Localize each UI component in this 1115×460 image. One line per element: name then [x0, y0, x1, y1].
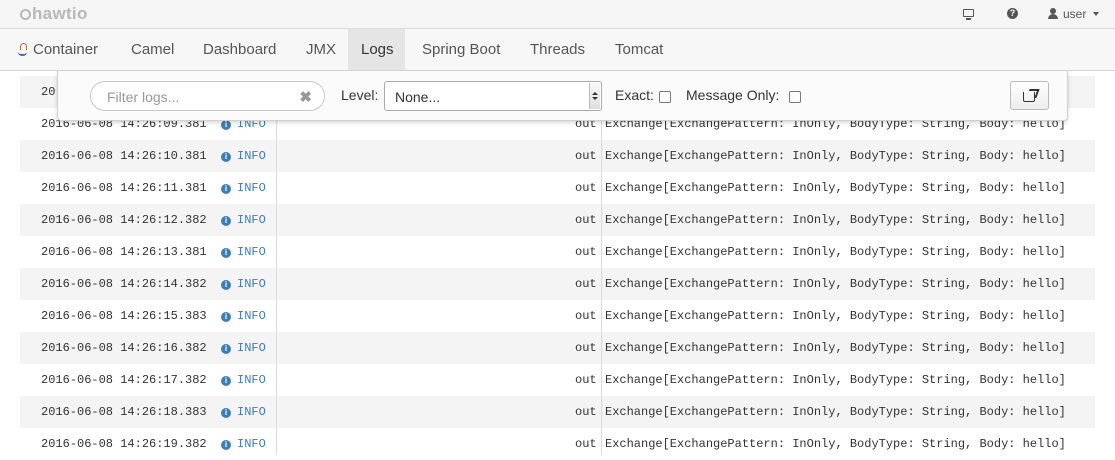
log-direction: out [575, 437, 597, 451]
caret-down-icon[interactable] [1093, 12, 1099, 16]
tab-threads[interactable]: Threads [517, 29, 598, 70]
table-row[interactable]: 2016-06-08 14:26:17.382 i INFO out Exchan… [20, 364, 1095, 396]
info-icon: i [221, 216, 231, 226]
table-row[interactable]: 2016-06-08 14:26:16.382 i INFO out Exchan… [20, 332, 1095, 364]
log-level: i INFO [221, 309, 266, 323]
info-icon: i [221, 344, 231, 354]
table-row[interactable]: 2016-06-08 14:26:11.381 i INFO out Exchan… [20, 172, 1095, 204]
log-level: i INFO [221, 181, 266, 195]
log-direction: out [575, 277, 597, 291]
info-icon: i [221, 312, 231, 322]
main-nav: Container Camel Dashboard JMX Logs Sprin… [0, 29, 1115, 71]
log-direction: out [575, 245, 597, 259]
tab-tomcat[interactable]: Tomcat [602, 29, 676, 70]
log-level: i INFO [221, 245, 266, 259]
help-icon[interactable]: ? [1007, 8, 1018, 19]
log-message: Exchange[ExchangePattern: InOnly, BodyTy… [605, 437, 1066, 451]
table-row[interactable]: 2016-06-08 14:26:19.382 i INFO out Exchan… [20, 428, 1095, 460]
log-message: Exchange[ExchangePattern: InOnly, BodyTy… [605, 373, 1066, 387]
log-message: Exchange[ExchangePattern: InOnly, BodyTy… [605, 213, 1066, 227]
column-divider [601, 76, 602, 455]
log-timestamp: 2016-06-08 14:26:15.383 [41, 309, 207, 323]
message-only-label: Message Only: [686, 87, 780, 103]
exact-label: Exact: [615, 87, 654, 103]
log-direction: out [575, 405, 597, 419]
log-timestamp: 2016-06-08 14:26:19.382 [41, 437, 207, 451]
export-button[interactable] [1010, 81, 1049, 110]
log-level: i INFO [221, 213, 266, 227]
log-message: Exchange[ExchangePattern: InOnly, BodyTy… [605, 405, 1066, 419]
info-icon: i [221, 184, 231, 194]
clear-icon[interactable]: ✖ [299, 88, 312, 106]
level-select-value: None... [395, 89, 441, 105]
hawtio-logo[interactable]: hawtio [20, 4, 88, 24]
info-icon: i [221, 120, 231, 130]
log-message: Exchange[ExchangePattern: InOnly, BodyTy… [605, 309, 1066, 323]
log-level: i INFO [221, 437, 266, 451]
log-timestamp: 2016-06-08 14:26:13.381 [41, 245, 207, 259]
user-icon[interactable] [1048, 8, 1058, 19]
message-only-checkbox[interactable] [789, 91, 801, 103]
info-icon: i [221, 376, 231, 386]
info-icon: i [221, 152, 231, 162]
log-table: 20 2016-06-08 14:26:09.381 i INFO out Exc… [20, 76, 1095, 460]
log-message: Exchange[ExchangePattern: InOnly, BodyTy… [605, 245, 1066, 259]
log-timestamp: 2016-06-08 14:26:10.381 [41, 149, 207, 163]
log-message: Exchange[ExchangePattern: InOnly, BodyTy… [605, 277, 1066, 291]
log-direction: out [575, 341, 597, 355]
tab-camel[interactable]: Camel [118, 29, 187, 70]
monitor-icon[interactable] [963, 9, 974, 20]
log-level: i INFO [221, 405, 266, 419]
table-row[interactable]: 2016-06-08 14:26:14.382 i INFO out Exchan… [20, 268, 1095, 300]
log-message: Exchange[ExchangePattern: InOnly, BodyTy… [605, 149, 1066, 163]
level-label: Level: [341, 87, 379, 103]
tab-dashboard[interactable]: Dashboard [190, 29, 289, 70]
log-timestamp: 2016-06-08 14:26:16.382 [41, 341, 207, 355]
info-icon: i [221, 280, 231, 290]
log-level: i INFO [221, 373, 266, 387]
log-direction: out [575, 309, 597, 323]
table-row[interactable]: 2016-06-08 14:26:10.381 i INFO out Exchan… [20, 140, 1095, 172]
log-timestamp: 2016-06-08 14:26:14.382 [41, 277, 207, 291]
log-level: i INFO [221, 277, 266, 291]
log-timestamp: 20 [41, 85, 56, 99]
info-icon: i [221, 408, 231, 418]
exact-checkbox[interactable] [659, 91, 671, 103]
table-row[interactable]: 2016-06-08 14:26:18.383 i INFO out Exchan… [20, 396, 1095, 428]
info-icon: i [221, 248, 231, 258]
user-menu-label[interactable]: user [1063, 7, 1086, 21]
log-level: i INFO [221, 341, 266, 355]
log-direction: out [575, 373, 597, 387]
table-row[interactable]: 2016-06-08 14:26:13.381 i INFO out Exchan… [20, 236, 1095, 268]
table-row[interactable]: 2016-06-08 14:26:12.382 i INFO out Exchan… [20, 204, 1095, 236]
table-row[interactable]: 2016-06-08 14:26:15.383 i INFO out Exchan… [20, 300, 1095, 332]
tab-spring-boot[interactable]: Spring Boot [409, 29, 513, 70]
top-bar: hawtio ? user [0, 0, 1115, 29]
log-timestamp: 2016-06-08 14:26:11.381 [41, 181, 207, 195]
tab-logs[interactable]: Logs [348, 29, 405, 70]
log-message: Exchange[ExchangePattern: InOnly, BodyTy… [605, 181, 1066, 195]
log-direction: out [575, 181, 597, 195]
log-timestamp: 2016-06-08 14:26:18.383 [41, 405, 207, 419]
tab-jmx[interactable]: JMX [293, 29, 349, 70]
level-select[interactable]: None... [384, 81, 602, 111]
log-timestamp: 2016-06-08 14:26:17.382 [41, 373, 207, 387]
column-divider [276, 76, 277, 455]
tab-container[interactable]: Container [5, 29, 111, 70]
container-icon [18, 42, 27, 56]
info-icon: i [221, 440, 231, 450]
log-message: Exchange[ExchangePattern: InOnly, BodyTy… [605, 341, 1066, 355]
log-direction: out [575, 149, 597, 163]
log-direction: out [575, 213, 597, 227]
filter-logs-field[interactable]: ✖ [90, 81, 325, 111]
log-level: i INFO [221, 149, 266, 163]
log-timestamp: 2016-06-08 14:26:12.382 [41, 213, 207, 227]
filter-logs-input[interactable] [105, 88, 299, 106]
select-arrows-icon[interactable] [589, 83, 600, 109]
log-filter-panel: ✖ Level: None... Exact: Message Only: [57, 71, 1068, 121]
